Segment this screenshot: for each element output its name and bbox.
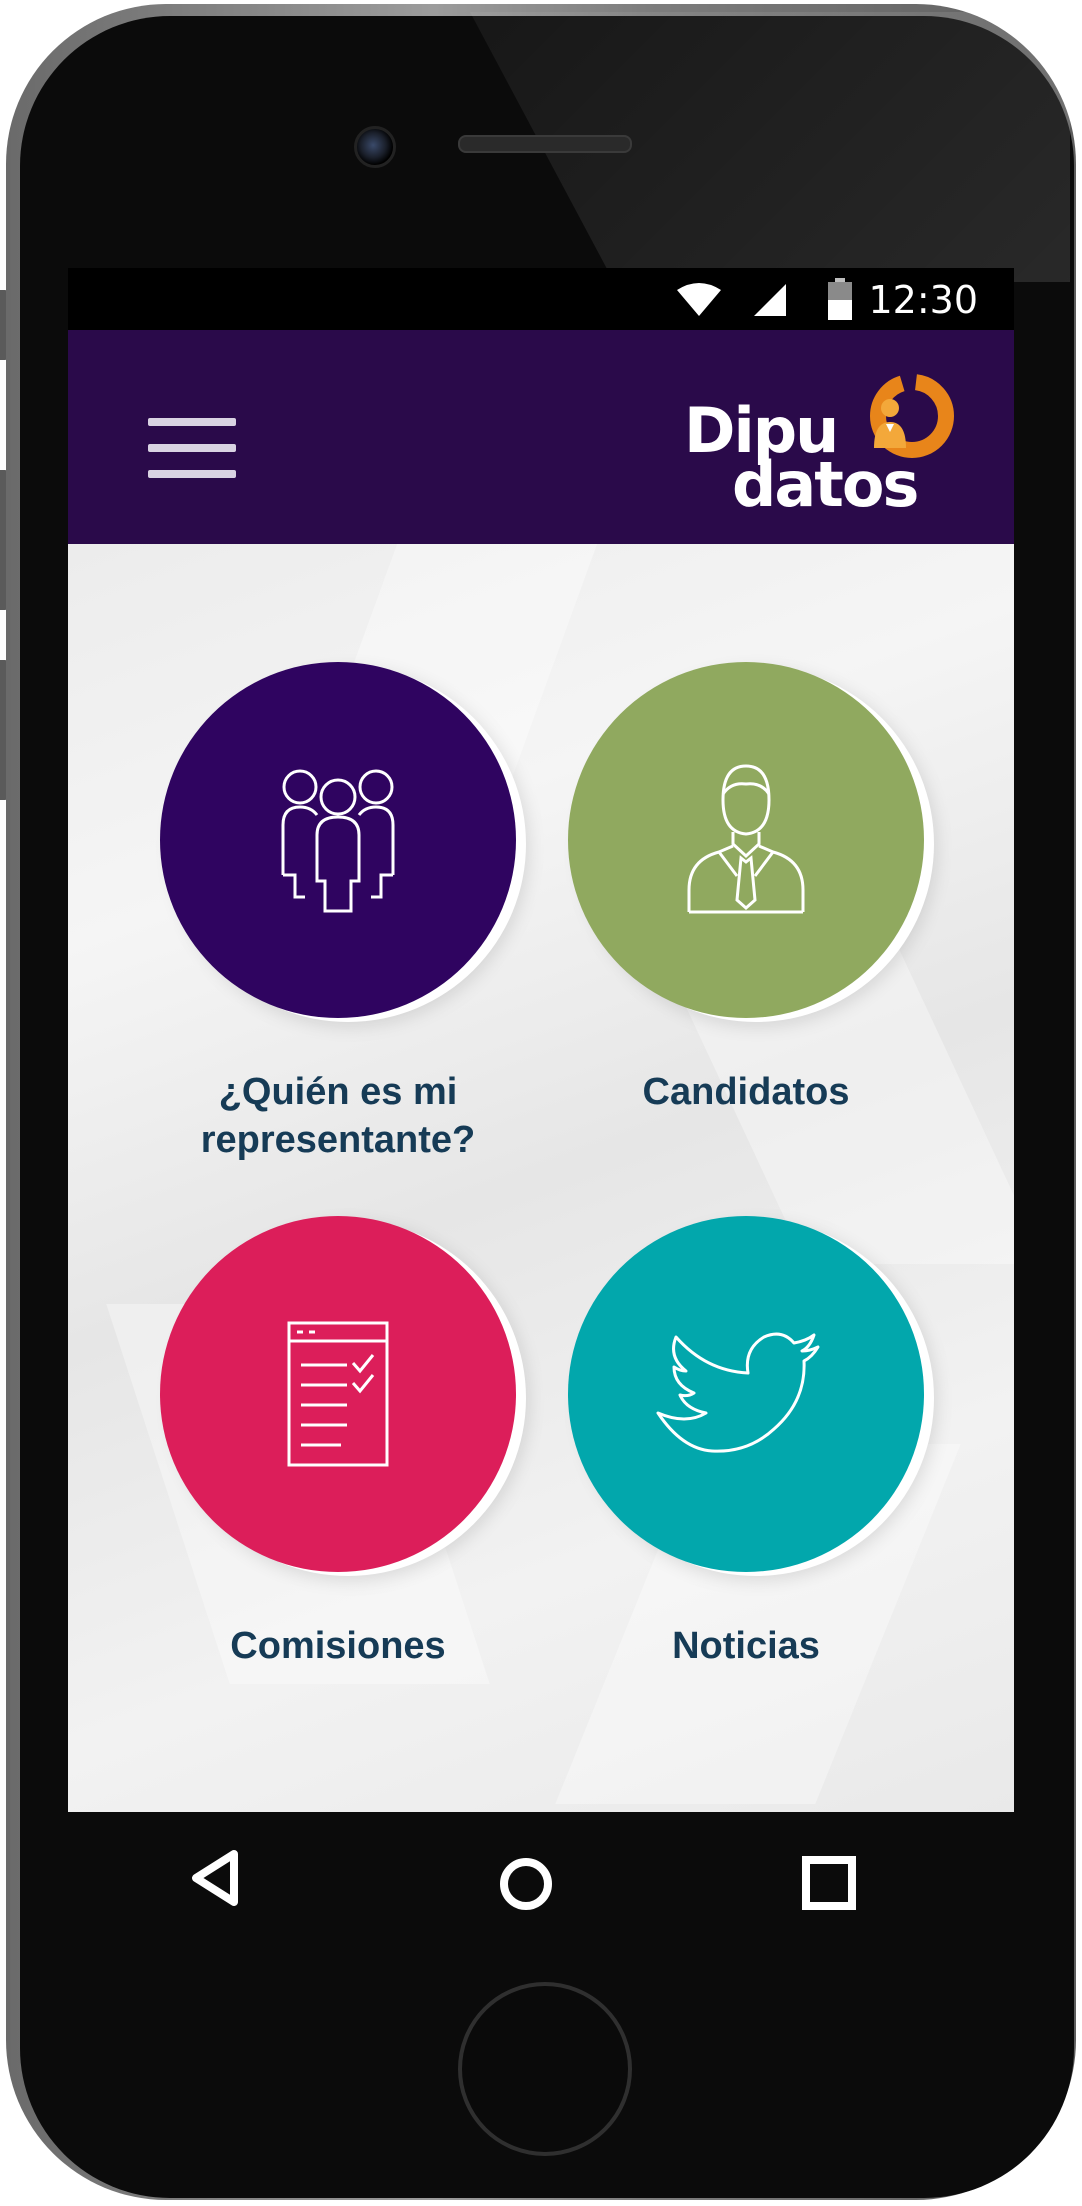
home-content: ¿Quién es mi representante? Candidatos C… <box>68 544 1014 1812</box>
phone-frame: 12:30 Dipu datos ¿Quién es mi representa… <box>0 0 1082 2206</box>
home-circle-icon[interactable] <box>496 1854 556 1914</box>
back-triangle-icon[interactable] <box>186 1846 246 1910</box>
tile-label: Candidatos <box>642 1071 850 1113</box>
status-bar: 12:30 <box>68 268 1014 330</box>
device-screen: 12:30 Dipu datos ¿Quién es mi representa… <box>68 268 1014 1812</box>
tile-circle[interactable] <box>568 1216 924 1572</box>
front-camera <box>354 126 396 168</box>
earpiece-speaker <box>458 135 632 153</box>
status-time: 12:30 <box>868 278 978 322</box>
wifi-icon <box>677 283 721 316</box>
tile-circle[interactable] <box>160 1216 516 1572</box>
tile-candidatos[interactable]: Candidatos <box>556 662 936 1116</box>
logo-ring-person-icon <box>870 374 954 458</box>
recents-square-icon[interactable] <box>800 1854 858 1912</box>
cell-signal-icon <box>754 284 786 316</box>
app-bar: Dipu datos <box>68 330 1014 544</box>
checklist-document-icon <box>287 1321 389 1467</box>
tile-label: Noticias <box>672 1625 820 1667</box>
physical-home-button[interactable] <box>458 1982 632 2156</box>
dipudatos-logo: Dipu datos <box>684 366 984 516</box>
tile-representante[interactable]: ¿Quién es mi representante? <box>148 662 528 1164</box>
tile-noticias[interactable]: Noticias <box>556 1216 936 1670</box>
tile-circle[interactable] <box>160 662 516 1018</box>
tile-label: ¿Quién es mi representante? <box>200 1071 476 1161</box>
tile-comisiones[interactable]: Comisiones <box>148 1216 528 1670</box>
tile-circle[interactable] <box>568 662 924 1018</box>
person-suit-icon <box>687 764 805 914</box>
twitter-bird-icon <box>656 1332 820 1453</box>
battery-icon <box>828 278 852 320</box>
hamburger-menu-icon[interactable] <box>148 418 236 478</box>
tile-label: Comisiones <box>230 1625 446 1667</box>
group-people-icon <box>281 769 395 913</box>
